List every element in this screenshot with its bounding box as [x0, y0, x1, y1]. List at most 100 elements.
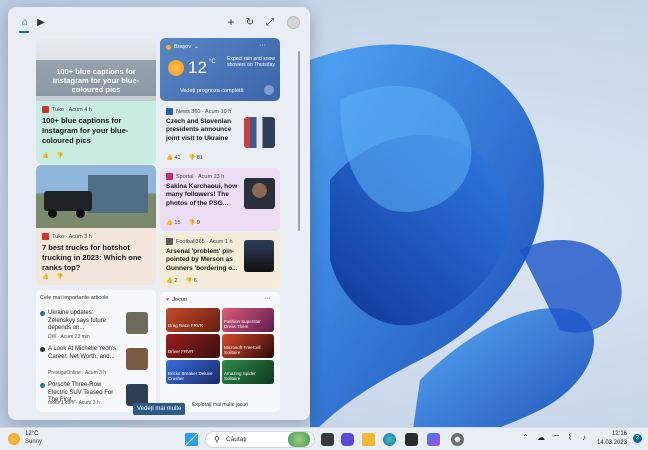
avatar[interactable]: [287, 16, 300, 29]
news1-reactions: 👍 41 👎 81: [166, 155, 203, 161]
news3-dislikes: 6: [193, 278, 197, 284]
news3-headline[interactable]: Arsenal 'problem' pin-pointed by Merson …: [166, 248, 242, 273]
notification-badge[interactable]: 2: [633, 434, 642, 443]
start-icon[interactable]: [185, 433, 198, 446]
add-widget-icon[interactable]: +: [225, 15, 237, 29]
store-icon[interactable]: [405, 433, 418, 446]
search-icon: ⚲: [214, 435, 220, 444]
tuko-logo-icon: [42, 106, 49, 113]
hero-source-label: Tuko · Acum 4 h: [52, 106, 92, 113]
news-card-sakina[interactable]: Sportal · Acum 23 h Sakina Karchaoui, ho…: [160, 168, 280, 231]
like-icon[interactable]: 👍: [42, 153, 49, 159]
home-indicator: [19, 31, 29, 33]
onedrive-icon[interactable]: ☁: [537, 433, 545, 442]
volume-icon[interactable]: ♪: [582, 433, 586, 442]
news1-dislikes: 81: [196, 155, 204, 161]
game-tile[interactable]: Fashion Superstar Dress Them: [222, 308, 274, 332]
article-headline: A Look At Michelle Yeoh's Career, Net Wo…: [48, 346, 117, 360]
article-headline: Ukraine updates: Zelenskyy says future d…: [48, 310, 107, 331]
game-tile[interactable]: Bricks Breaker Deluxe Crusher: [166, 360, 220, 384]
news2-reactions: 👍 15 👎 9: [166, 220, 200, 226]
taskbar-weather-desc[interactable]: Sunny: [25, 439, 42, 445]
dislike-icon[interactable]: 👎: [57, 153, 64, 159]
truck-reactions: 👍 👎: [42, 274, 64, 280]
dislike-icon[interactable]: 👎: [185, 278, 192, 284]
task-view-icon[interactable]: [321, 433, 334, 446]
game-tile[interactable]: Driver FRVR: [166, 334, 220, 358]
like-icon[interactable]: 👍: [166, 220, 173, 226]
game-tile[interactable]: Drag Race FRVR: [166, 308, 220, 332]
weather-unit: °C: [209, 59, 216, 65]
clock-time[interactable]: 12:16: [597, 431, 627, 437]
game-tile-label: Bricks Breaker Deluxe Crusher: [168, 371, 213, 381]
tuko-logo-icon: [42, 233, 49, 240]
truck-card[interactable]: Tuko · Acum 3 h 7 best trucks for hotsho…: [36, 165, 156, 285]
news2-likes: 15: [174, 220, 181, 226]
weather-card[interactable]: Brașov ⌄ ··· 12 °C Expect rain and snow …: [160, 38, 280, 101]
search-box[interactable]: ⚲ Căutați: [205, 431, 315, 448]
taskbar: 12°C Sunny ⚲ Căutați ⌃ ☁ ⌔ ⌇ ♪ 12:16 14.…: [0, 427, 648, 450]
dislike-icon[interactable]: 👎: [189, 155, 196, 161]
location-icon: [166, 44, 171, 50]
home-icon[interactable]: ⌂: [19, 16, 31, 28]
like-icon[interactable]: 👍: [42, 274, 49, 280]
news1-likes: 41: [174, 155, 181, 161]
dislike-icon[interactable]: 👎: [189, 220, 196, 226]
widgets-topbar: ⌂ ▶ + ↻ ⤢: [8, 7, 310, 37]
article-thumbnail: [126, 348, 148, 370]
dislike-icon[interactable]: 👎: [57, 274, 64, 280]
like-icon[interactable]: 👍: [166, 155, 173, 161]
hero-reactions: 👍 👎: [42, 153, 64, 159]
wifi-icon[interactable]: ⌇: [568, 433, 572, 442]
refresh-icon[interactable]: ↻: [244, 16, 256, 28]
chevron-down-icon[interactable]: ⌄: [194, 44, 199, 50]
game-tile-label: Microsoft FreeCell Solitaire: [224, 345, 261, 355]
article-source: PrestigeOnline · Acum 3 h: [48, 370, 107, 376]
news1-thumbnail: [244, 117, 275, 148]
news2-source: Sportal · Acum 23 h: [176, 173, 225, 180]
games-title: Jocuri: [172, 297, 187, 303]
news-card-arsenal[interactable]: Football365 · Acum 1 h Arsenal 'problem'…: [160, 233, 280, 289]
settings-gear-icon[interactable]: [451, 433, 464, 446]
game-tile[interactable]: Microsoft FreeCell Solitaire: [222, 334, 274, 358]
copilot-icon[interactable]: [427, 433, 440, 446]
hero-headline[interactable]: 100+ blue captions for Instagram for you…: [42, 116, 152, 145]
news-card-czech[interactable]: News 360 · Acum 10 h Czech and Slovenian…: [160, 103, 280, 166]
news3-thumbnail: [244, 240, 274, 272]
chat-icon[interactable]: [341, 433, 354, 446]
hero-card[interactable]: 100+ blue captions for Instagram for you…: [36, 38, 156, 164]
motor1-logo-icon: [40, 383, 45, 388]
news2-headline[interactable]: Sakina Karchaoui, how many followers! Th…: [166, 183, 242, 208]
sportal-logo-icon: [166, 173, 173, 180]
like-icon[interactable]: 👍: [166, 278, 173, 284]
weather-sun-icon[interactable]: [8, 433, 20, 445]
more-icon[interactable]: ···: [264, 295, 271, 302]
game-tile[interactable]: Amazing Spider Solitaire: [222, 360, 274, 384]
news1-headline[interactable]: Czech and Slovenian presidents announce …: [166, 118, 240, 143]
game-tile-label: Amazing Spider Solitaire: [224, 371, 256, 381]
more-icon[interactable]: ···: [259, 42, 266, 49]
see-more-tooltip: Vedeți mai multe: [133, 403, 186, 415]
weather-location[interactable]: Brașov: [174, 44, 191, 50]
taskbar-weather-temp[interactable]: 12°C: [25, 431, 38, 437]
heart-icon: ♥: [166, 297, 170, 303]
list-item[interactable]: A Look At Michelle Yeoh's Career, Net Wo…: [40, 346, 152, 378]
clock-date[interactable]: 14.03.2023: [597, 440, 627, 446]
video-icon[interactable]: ▶: [35, 16, 47, 28]
hero-image: 100+ blue captions for Instagram for you…: [36, 38, 156, 101]
weather-link[interactable]: Vedeți prognoza completă: [180, 88, 244, 94]
edge-icon[interactable]: [383, 433, 396, 446]
weather-detail-icon[interactable]: [264, 85, 274, 95]
prestige-logo-icon: [40, 347, 45, 352]
file-explorer-icon[interactable]: [362, 433, 375, 446]
truck-headline[interactable]: 7 best trucks for hotshot trucking in 20…: [42, 243, 152, 272]
news1-source: News 360 · Acum 10 h: [176, 108, 232, 115]
chevron-up-icon[interactable]: ⌃: [522, 433, 529, 442]
game-tile-label: Drag Race FRVR: [168, 323, 203, 328]
list-item[interactable]: Ukraine updates: Zelenskyy says future d…: [40, 310, 152, 342]
sun-icon: [168, 60, 184, 76]
game-tile-label: Driver FRVR: [168, 349, 194, 354]
expand-icon[interactable]: ⤢: [264, 16, 276, 28]
scrollbar[interactable]: [298, 51, 300, 231]
network-icon[interactable]: ⌔: [553, 433, 561, 443]
